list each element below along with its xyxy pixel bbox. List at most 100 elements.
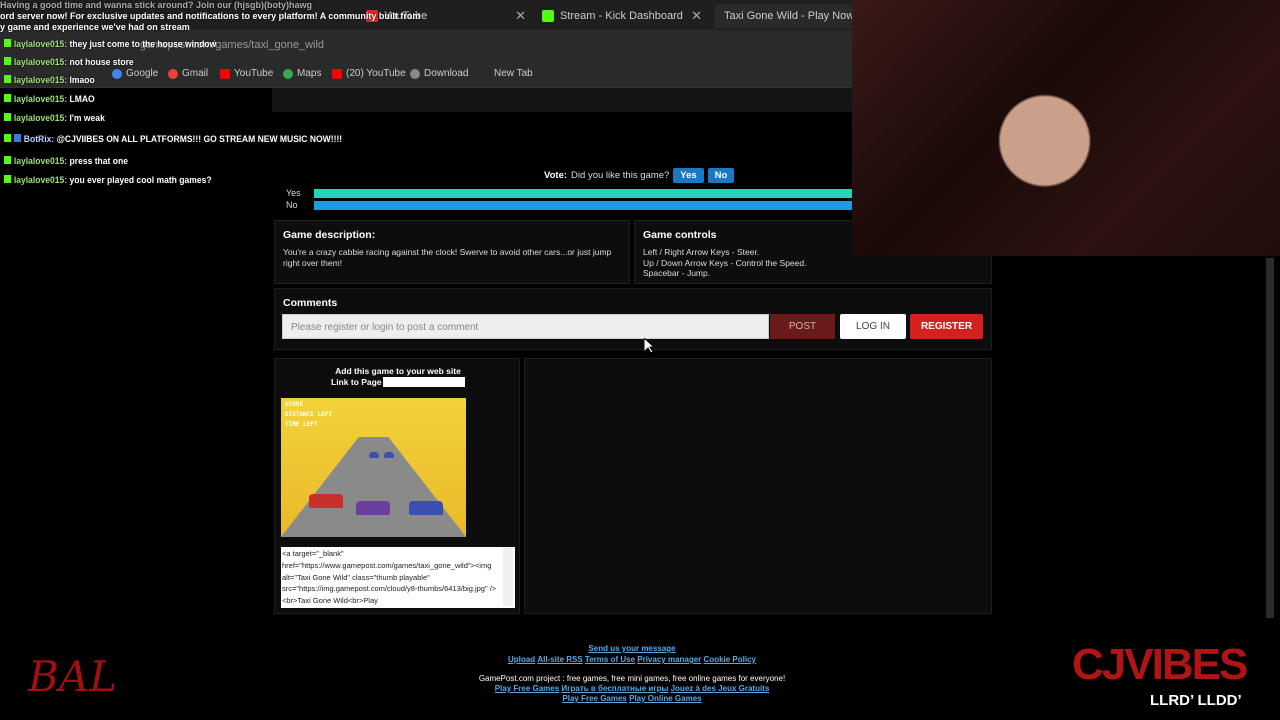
upload-link[interactable]: Upload (508, 655, 535, 664)
chat-user: laylalove015: (13, 94, 68, 105)
traffic-car (409, 501, 443, 515)
chat-message: laylalove015: they just come to the hous… (4, 39, 216, 50)
lang-link[interactable]: Jouez à des Jeux Gratuits (671, 684, 770, 693)
vote-label: Vote: (544, 170, 568, 181)
bookmark-gmail[interactable]: Gmail (168, 68, 208, 79)
ad-panel (524, 358, 992, 614)
login-button[interactable]: LOG IN (840, 314, 906, 339)
footer: Send us your message Upload All-site RSS… (272, 630, 992, 703)
lang-link[interactable]: Play Online Games (629, 694, 701, 703)
chat-user: laylalove015: (13, 57, 68, 68)
chat-announcement: Having a good time and wanna stick aroun… (0, 0, 421, 33)
bookmark-label: YouTube (234, 68, 274, 79)
announcement-line: y game and experience we've had on strea… (0, 22, 190, 32)
vote-no-bar (314, 201, 852, 210)
tab-label: Stream - Kick Dashboard (560, 10, 683, 22)
link-to-page-field[interactable] (383, 377, 465, 387)
traffic-car (369, 452, 379, 458)
bookmark-new-tab[interactable]: New Tab (494, 68, 533, 79)
cookie-link[interactable]: Cookie Policy (704, 655, 756, 664)
vote-yes-bar (314, 189, 852, 198)
chat-text: @CJVIIBES ON ALL PLATFORMS!!! GO STREAM … (56, 134, 343, 145)
announcement-line: ord server now! For exclusive updates an… (0, 11, 421, 21)
lang-link[interactable]: Play Free Games (562, 694, 626, 703)
page-scrollbar[interactable] (1266, 258, 1274, 618)
webcam-feed (852, 0, 1280, 256)
chat-user: BotRix: (23, 134, 55, 145)
kick-icon (4, 175, 12, 183)
chat-user: laylalove015: (13, 156, 68, 167)
chat-user: laylalove015: (13, 39, 68, 50)
terms-link[interactable]: Terms of Use (585, 655, 635, 664)
channel-handle: LLRD’ LLDD’ (1150, 692, 1242, 709)
link-to-page-label: Link to Page (331, 377, 382, 387)
bookmark-google[interactable]: Google (112, 68, 158, 79)
kick-icon (542, 10, 554, 22)
taxi-car (309, 494, 343, 508)
bookmark-maps[interactable]: Maps (283, 68, 321, 79)
game-description-panel: Game description: You're a crazy cabbie … (274, 220, 630, 284)
mouse-cursor-icon (644, 338, 654, 354)
chat-text: not house store (69, 57, 134, 68)
chat-user: laylalove015: (13, 75, 68, 86)
kick-icon (4, 39, 12, 47)
bookmark-label: Google (126, 68, 159, 79)
channel-logo-left: BAL (28, 652, 118, 701)
bookmark-label: Maps (297, 68, 322, 79)
lang-link[interactable]: Play Free Games (495, 684, 559, 693)
game-thumbnail[interactable]: SCORE DISTANCE LEFT TIME LEFT (281, 398, 466, 537)
embed-code-textarea[interactable]: <a target="_blank" href="https://www.gam… (281, 547, 515, 608)
description-title: Game description: (283, 229, 376, 241)
tab-kick-dashboard[interactable]: Stream - Kick Dashboard ✕ (542, 4, 702, 28)
vote-no-button[interactable]: No (707, 168, 735, 183)
bookmark-youtube[interactable]: YouTube (220, 68, 273, 79)
bookmark-label: (20) YouTube (346, 68, 406, 79)
close-icon[interactable]: ✕ (515, 8, 526, 24)
chat-message: laylalove015: not house store (4, 57, 134, 68)
rss-link[interactable]: All-site RSS (537, 655, 582, 664)
chat-message: laylalove015: I'm weak (4, 113, 105, 124)
post-button[interactable]: POST (770, 314, 835, 339)
hud-distance: DISTANCE LEFT (285, 411, 332, 418)
vote-yes-button[interactable]: Yes (673, 168, 704, 183)
lang-link[interactable]: Играть в бесплатные игры (561, 684, 668, 693)
chat-text: LMAO (69, 94, 95, 105)
announcement-line: Having a good time and wanna stick aroun… (0, 0, 313, 10)
textarea-scrollbar[interactable] (503, 548, 513, 606)
comment-input[interactable]: Please register or login to post a comme… (282, 314, 769, 339)
chat-text: press that one (69, 156, 128, 167)
description-text: You're a crazy cabbie racing against the… (283, 247, 612, 268)
kick-icon (4, 134, 12, 142)
chat-user: laylalove015: (13, 113, 68, 124)
privacy-link[interactable]: Privacy manager (637, 655, 701, 664)
footer-tagline: GamePost.com project : free games, free … (478, 674, 786, 683)
bookmark-youtube-20[interactable]: (20) YouTube (332, 68, 406, 79)
bookmark-label: Gmail (182, 68, 209, 79)
bookmark-download[interactable]: Download (410, 68, 468, 79)
bookmark-label: Download (424, 68, 469, 79)
traffic-car (356, 501, 390, 515)
register-button[interactable]: REGISTER (910, 314, 983, 339)
hud-score: SCORE (285, 401, 304, 408)
traffic-car (384, 452, 394, 458)
globe-icon (410, 68, 420, 79)
chat-message: laylalove015: LMAO (4, 94, 95, 105)
maps-icon (283, 68, 293, 79)
channel-logo-right: CJVIBES (1072, 640, 1248, 689)
bot-badge-icon (13, 134, 22, 142)
tab-taxi-gone-wild[interactable]: Taxi Gone Wild - Play Now on (714, 4, 870, 28)
chat-message: laylalove015: press that one (4, 156, 128, 167)
kick-icon (4, 57, 12, 65)
kick-icon (4, 75, 12, 83)
kick-icon (4, 156, 12, 164)
send-message-link[interactable]: Send us your message (588, 644, 675, 653)
kick-icon (4, 94, 12, 102)
close-icon[interactable]: ✕ (691, 8, 702, 24)
hud-time: TIME LEFT (285, 421, 318, 428)
chat-message: laylalove015: lmaoo (4, 75, 95, 86)
chat-text: they just come to the house window (69, 39, 217, 50)
controls-line: Up / Down Arrow Keys - Control the Speed… (643, 257, 807, 268)
bar-no-label: No (286, 200, 298, 210)
chat-text: lmaoo (69, 75, 95, 86)
youtube-icon (220, 68, 230, 79)
